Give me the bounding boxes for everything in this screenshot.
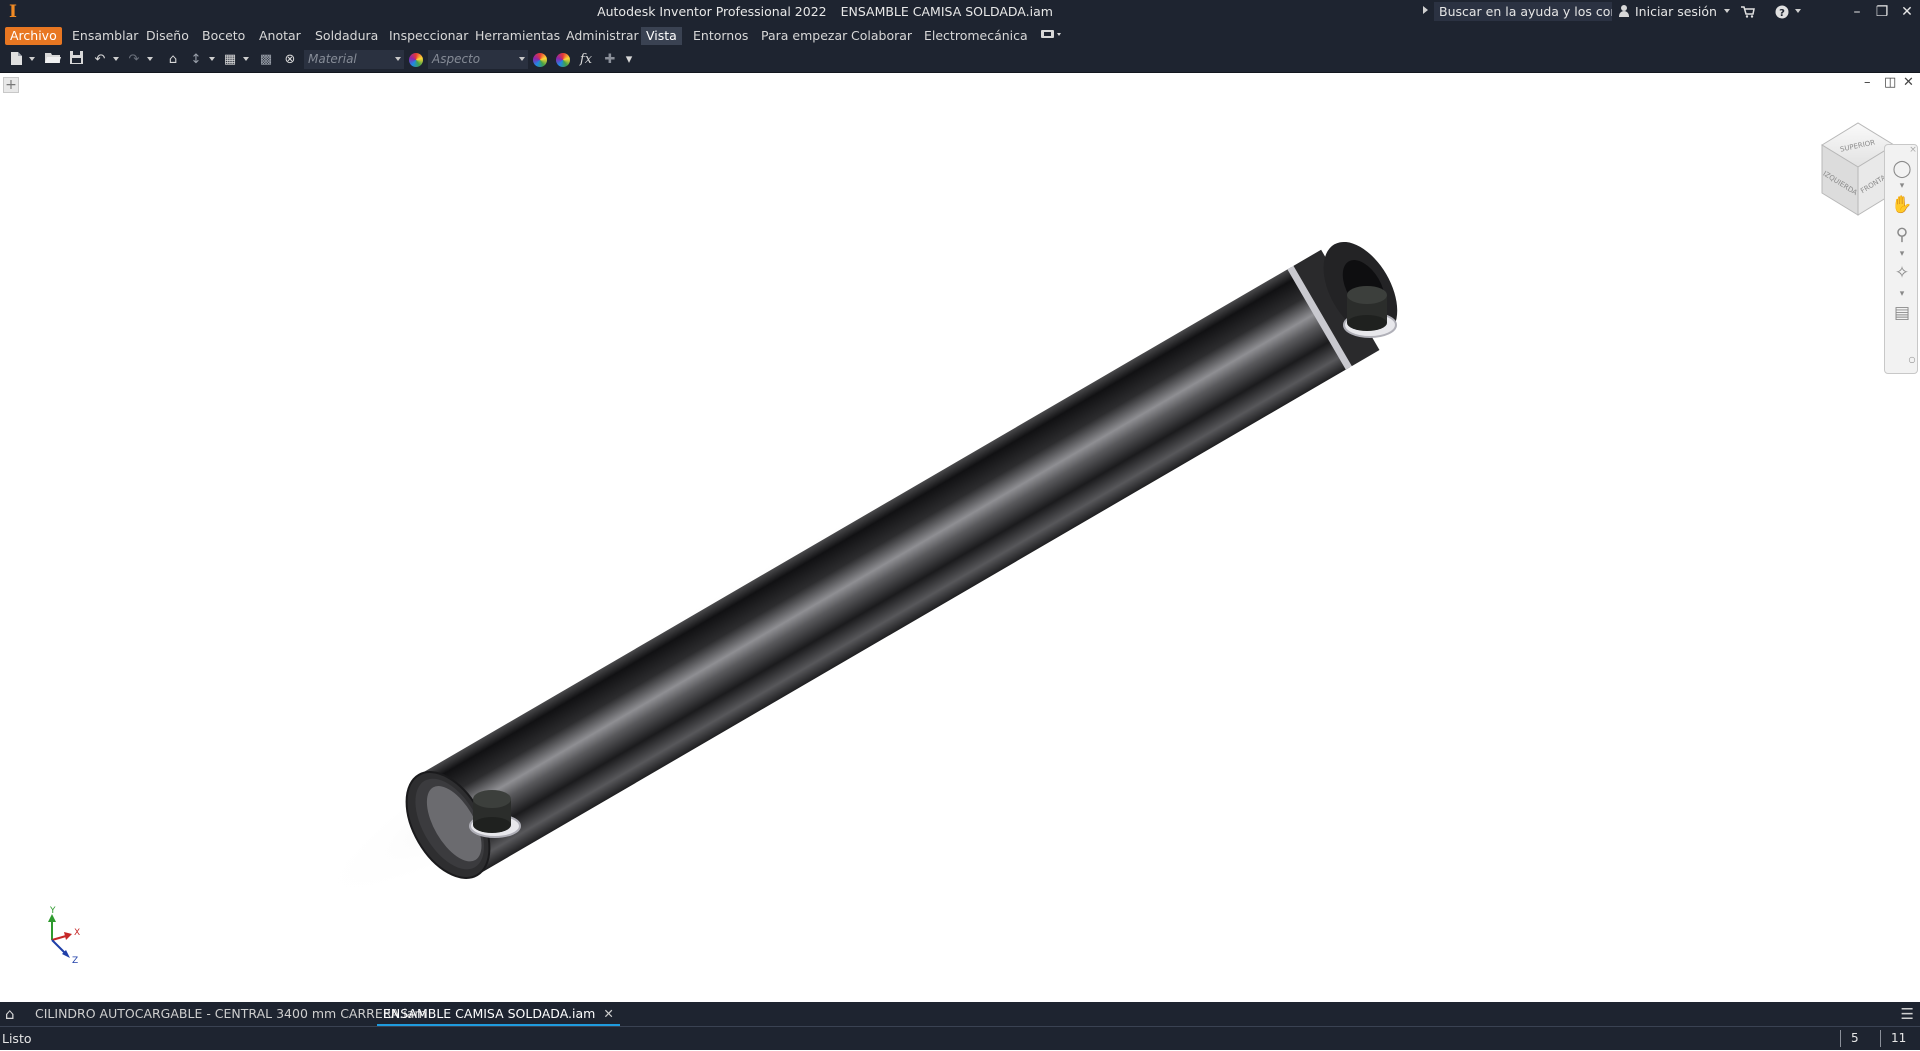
status-bar: Listo 5 11	[0, 1026, 1920, 1050]
document-name: ENSAMBLE CAMISA SOLDADA.iam	[840, 4, 1053, 19]
signin-dropdown-icon[interactable]	[1722, 0, 1732, 24]
tab-herramientas[interactable]: Herramientas	[470, 27, 565, 45]
new-file-icon[interactable]	[8, 51, 24, 69]
steering-wheel-icon[interactable]: ◯	[1891, 159, 1913, 179]
tab-para-empezar[interactable]: Para empezar	[756, 27, 852, 45]
status-count-files: 11	[1880, 1030, 1919, 1047]
axis-label-y: Y	[49, 906, 56, 916]
zoom-icon[interactable]: ⚲	[1891, 225, 1913, 245]
doc-tab-cilindro[interactable]: CILINDRO AUTOCARGABLE - CENTRAL 3400 mm …	[29, 1002, 433, 1026]
tab-inspeccionar[interactable]: Inspeccionar	[384, 27, 473, 45]
measure-dropdown-icon[interactable]	[208, 51, 216, 69]
tab-colaborar[interactable]: Colaborar	[846, 27, 917, 45]
chevron-down-icon	[519, 57, 525, 61]
material-select[interactable]: Material	[304, 50, 404, 69]
ribbon-display-options-icon[interactable]	[1041, 28, 1063, 43]
adjust-appearance-icon[interactable]	[533, 53, 547, 67]
axis-triad: Y X Z	[48, 906, 80, 966]
material-select-value: Material	[308, 52, 357, 66]
doc-tab-label: CILINDRO AUTOCARGABLE - CENTRAL 3400 mm …	[35, 1006, 427, 1021]
appearance-select[interactable]: Aspecto	[428, 50, 528, 69]
doc-tab-label: ENSAMBLE CAMISA SOLDADA.iam	[383, 1006, 596, 1021]
tab-diseno[interactable]: Diseño	[141, 27, 194, 45]
tab-administrar[interactable]: Administrar	[561, 27, 644, 45]
search-expand-icon[interactable]	[1423, 6, 1428, 14]
model-canvas: SUPERIOR IZQUIERDA FRONTAL Y X Z	[48, 122, 1895, 966]
select-dropdown-icon[interactable]	[242, 51, 250, 69]
clear-appearance-icon[interactable]: ⊗	[282, 51, 298, 69]
cart-icon[interactable]	[1740, 0, 1756, 24]
tab-electromecanica[interactable]: Electromecánica	[919, 27, 1033, 45]
axis-label-z: Z	[72, 956, 78, 966]
help-icon[interactable]: ?	[1774, 0, 1790, 24]
tab-archivo[interactable]: Archivo	[5, 27, 62, 45]
orbit-icon[interactable]: ✧	[1891, 263, 1913, 283]
save-icon[interactable]	[68, 51, 84, 69]
axis-label-x: X	[74, 928, 80, 938]
wheel-dropdown-icon[interactable]: ▾	[1891, 181, 1913, 191]
tab-anotar[interactable]: Anotar	[254, 27, 306, 45]
minimize-icon[interactable]: –	[1846, 0, 1868, 24]
doc-tab-ensamble-camisa[interactable]: ENSAMBLE CAMISA SOLDADA.iam ✕	[377, 1002, 620, 1026]
home-view-icon[interactable]: ⌂	[164, 51, 182, 69]
pan-hand-icon[interactable]: ✋	[1891, 195, 1913, 215]
redo-icon[interactable]: ↷	[126, 51, 142, 69]
document-tab-bar: ⌂ CILINDRO AUTOCARGABLE - CENTRAL 3400 m…	[0, 1002, 1920, 1026]
zoom-dropdown-icon[interactable]: ▾	[1891, 249, 1913, 259]
navbar-options-icon[interactable]: ○	[1907, 355, 1917, 364]
navbar-close-icon[interactable]: ×	[1909, 145, 1917, 155]
new-dropdown-icon[interactable]	[28, 51, 36, 69]
undo-dropdown-icon[interactable]	[112, 51, 120, 69]
tab-boceto[interactable]: Boceto	[197, 27, 250, 45]
redo-dropdown-icon[interactable]	[146, 51, 154, 69]
open-folder-icon[interactable]	[44, 51, 62, 69]
add-icon[interactable]: ✚	[603, 51, 617, 69]
home-tab-icon[interactable]: ⌂	[5, 1005, 15, 1023]
clear-appearance-override-icon[interactable]	[556, 53, 570, 67]
signin-button[interactable]: Iniciar sesión	[1618, 0, 1717, 24]
close-tab-icon[interactable]: ✕	[603, 1006, 613, 1021]
user-icon	[1618, 5, 1630, 17]
appearance-color-icon[interactable]	[409, 53, 423, 67]
window-title: Autodesk Inventor Professional 2022 ENSA…	[0, 0, 1650, 24]
look-at-icon[interactable]: ▤	[1891, 303, 1913, 323]
help-dropdown-icon[interactable]	[1793, 0, 1803, 24]
tab-soldadura[interactable]: Soldadura	[310, 27, 383, 45]
quick-access-toolbar: ↶ ↷ ⌂ ↕ ▦ ▩ ⊗ Material Aspecto fx ✚ ▾	[0, 48, 1920, 73]
orbit-dropdown-icon[interactable]: ▾	[1891, 289, 1913, 299]
adaptivity-icon[interactable]: ▩	[258, 51, 274, 69]
restore-icon[interactable]: ❐	[1871, 0, 1893, 24]
graphics-viewport[interactable]: + – ◫ ✕ SUPERIOR IZQUIERDA FRONTAL Y X Z	[0, 73, 1920, 1002]
close-icon[interactable]: ✕	[1896, 0, 1918, 24]
signin-label: Iniciar sesión	[1635, 4, 1717, 19]
cylinder-tube-model[interactable]	[389, 228, 1417, 893]
status-count-occurrences: 5	[1840, 1030, 1877, 1047]
undo-icon[interactable]: ↶	[92, 51, 108, 69]
measure-icon[interactable]: ↕	[188, 51, 204, 69]
tab-ensamblar[interactable]: Ensamblar	[67, 27, 143, 45]
app-name: Autodesk Inventor Professional 2022	[597, 4, 827, 19]
tab-entornos[interactable]: Entornos	[688, 27, 753, 45]
svg-text:?: ?	[1779, 8, 1785, 19]
customize-qat-icon[interactable]: ▾	[624, 51, 634, 69]
tab-vista[interactable]: Vista	[641, 27, 682, 45]
title-bar: I Autodesk Inventor Professional 2022 EN…	[0, 0, 1920, 24]
select-priority-icon[interactable]: ▦	[222, 51, 238, 69]
parameters-fx-icon[interactable]: fx	[577, 51, 595, 69]
ribbon-tab-bar: Archivo Ensamblar Diseño Boceto Anotar S…	[0, 24, 1920, 48]
chevron-down-icon	[395, 57, 401, 61]
help-search-input[interactable]: Buscar en la ayuda y los comanc	[1434, 2, 1612, 21]
tab-menu-icon[interactable]: ☰	[1901, 1005, 1914, 1023]
status-text: Listo	[2, 1031, 32, 1046]
navigation-bar: × ◯ ▾ ✋ ⚲ ▾ ✧ ▾ ▤ ○	[1884, 144, 1918, 374]
appearance-select-value: Aspecto	[432, 52, 481, 66]
